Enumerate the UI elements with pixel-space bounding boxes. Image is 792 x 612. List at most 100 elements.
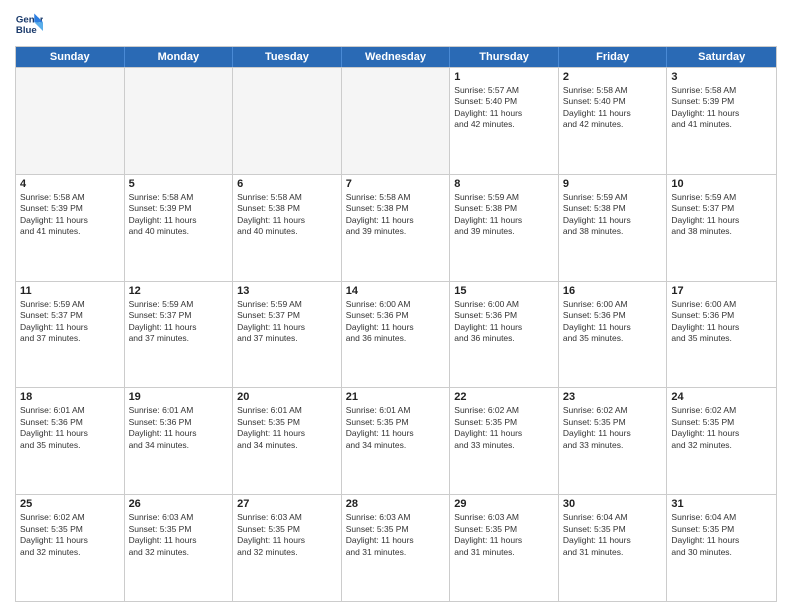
day-info: Sunrise: 5:58 AM Sunset: 5:38 PM Dayligh… xyxy=(346,192,446,238)
day-number: 4 xyxy=(20,178,120,190)
calendar-cell: 2 Sunrise: 5:58 AM Sunset: 5:40 PM Daylig… xyxy=(559,68,668,174)
day-number: 21 xyxy=(346,391,446,403)
day-info: Sunrise: 5:58 AM Sunset: 5:39 PM Dayligh… xyxy=(20,192,120,238)
calendar-cell: 3 Sunrise: 5:58 AM Sunset: 5:39 PM Daylig… xyxy=(667,68,776,174)
day-info: Sunrise: 6:01 AM Sunset: 5:36 PM Dayligh… xyxy=(20,405,120,451)
day-info: Sunrise: 5:59 AM Sunset: 5:37 PM Dayligh… xyxy=(20,299,120,345)
day-info: Sunrise: 5:59 AM Sunset: 5:37 PM Dayligh… xyxy=(129,299,229,345)
calendar-cell: 4 Sunrise: 5:58 AM Sunset: 5:39 PM Daylig… xyxy=(16,175,125,281)
calendar-body: 1 Sunrise: 5:57 AM Sunset: 5:40 PM Daylig… xyxy=(16,67,776,601)
weekday-header: Thursday xyxy=(450,47,559,67)
weekday-header: Sunday xyxy=(16,47,125,67)
day-number: 27 xyxy=(237,498,337,510)
calendar-cell xyxy=(125,68,234,174)
calendar-row: 1 Sunrise: 5:57 AM Sunset: 5:40 PM Daylig… xyxy=(16,67,776,174)
calendar-row: 4 Sunrise: 5:58 AM Sunset: 5:39 PM Daylig… xyxy=(16,174,776,281)
calendar-cell: 17 Sunrise: 6:00 AM Sunset: 5:36 PM Dayli… xyxy=(667,282,776,388)
calendar-cell: 14 Sunrise: 6:00 AM Sunset: 5:36 PM Dayli… xyxy=(342,282,451,388)
calendar-cell: 27 Sunrise: 6:03 AM Sunset: 5:35 PM Dayli… xyxy=(233,495,342,601)
day-number: 19 xyxy=(129,391,229,403)
weekday-header: Wednesday xyxy=(342,47,451,67)
day-number: 13 xyxy=(237,285,337,297)
calendar-cell: 25 Sunrise: 6:02 AM Sunset: 5:35 PM Dayli… xyxy=(16,495,125,601)
calendar-cell: 16 Sunrise: 6:00 AM Sunset: 5:36 PM Dayli… xyxy=(559,282,668,388)
calendar-cell: 12 Sunrise: 5:59 AM Sunset: 5:37 PM Dayli… xyxy=(125,282,234,388)
day-info: Sunrise: 5:58 AM Sunset: 5:38 PM Dayligh… xyxy=(237,192,337,238)
day-info: Sunrise: 5:57 AM Sunset: 5:40 PM Dayligh… xyxy=(454,85,554,131)
calendar-cell: 11 Sunrise: 5:59 AM Sunset: 5:37 PM Dayli… xyxy=(16,282,125,388)
calendar-header: SundayMondayTuesdayWednesdayThursdayFrid… xyxy=(16,47,776,67)
day-info: Sunrise: 6:00 AM Sunset: 5:36 PM Dayligh… xyxy=(346,299,446,345)
day-number: 16 xyxy=(563,285,663,297)
day-info: Sunrise: 6:03 AM Sunset: 5:35 PM Dayligh… xyxy=(129,512,229,558)
day-number: 17 xyxy=(671,285,772,297)
day-number: 18 xyxy=(20,391,120,403)
svg-text:Blue: Blue xyxy=(16,25,37,36)
weekday-header: Monday xyxy=(125,47,234,67)
calendar-cell: 24 Sunrise: 6:02 AM Sunset: 5:35 PM Dayli… xyxy=(667,388,776,494)
day-number: 1 xyxy=(454,71,554,83)
calendar-row: 11 Sunrise: 5:59 AM Sunset: 5:37 PM Dayli… xyxy=(16,281,776,388)
day-number: 12 xyxy=(129,285,229,297)
day-number: 24 xyxy=(671,391,772,403)
calendar-cell: 19 Sunrise: 6:01 AM Sunset: 5:36 PM Dayli… xyxy=(125,388,234,494)
calendar-cell: 20 Sunrise: 6:01 AM Sunset: 5:35 PM Dayli… xyxy=(233,388,342,494)
calendar-cell: 29 Sunrise: 6:03 AM Sunset: 5:35 PM Dayli… xyxy=(450,495,559,601)
day-info: Sunrise: 6:02 AM Sunset: 5:35 PM Dayligh… xyxy=(671,405,772,451)
calendar-row: 18 Sunrise: 6:01 AM Sunset: 5:36 PM Dayli… xyxy=(16,387,776,494)
calendar-cell: 7 Sunrise: 5:58 AM Sunset: 5:38 PM Daylig… xyxy=(342,175,451,281)
logo: General Blue xyxy=(15,10,49,38)
day-info: Sunrise: 6:03 AM Sunset: 5:35 PM Dayligh… xyxy=(454,512,554,558)
calendar-cell: 26 Sunrise: 6:03 AM Sunset: 5:35 PM Dayli… xyxy=(125,495,234,601)
day-number: 2 xyxy=(563,71,663,83)
day-number: 31 xyxy=(671,498,772,510)
day-info: Sunrise: 5:58 AM Sunset: 5:40 PM Dayligh… xyxy=(563,85,663,131)
day-info: Sunrise: 5:59 AM Sunset: 5:38 PM Dayligh… xyxy=(454,192,554,238)
calendar-cell: 15Sunrise: 6:00 AM Sunset: 5:36 PM Dayli… xyxy=(450,282,559,388)
day-info: Sunrise: 6:04 AM Sunset: 5:35 PM Dayligh… xyxy=(671,512,772,558)
day-info: Sunrise: 6:03 AM Sunset: 5:35 PM Dayligh… xyxy=(346,512,446,558)
calendar-cell: 1 Sunrise: 5:57 AM Sunset: 5:40 PM Daylig… xyxy=(450,68,559,174)
weekday-header: Friday xyxy=(559,47,668,67)
weekday-header: Tuesday xyxy=(233,47,342,67)
logo-icon: General Blue xyxy=(15,10,43,38)
day-info: Sunrise: 6:01 AM Sunset: 5:35 PM Dayligh… xyxy=(346,405,446,451)
calendar-cell xyxy=(342,68,451,174)
day-info: Sunrise: 5:58 AM Sunset: 5:39 PM Dayligh… xyxy=(129,192,229,238)
calendar-cell: 22Sunrise: 6:02 AM Sunset: 5:35 PM Dayli… xyxy=(450,388,559,494)
day-info: Sunrise: 6:00 AM Sunset: 5:36 PM Dayligh… xyxy=(671,299,772,345)
day-number: 8 xyxy=(454,178,554,190)
calendar-cell xyxy=(16,68,125,174)
day-info: Sunrise: 6:03 AM Sunset: 5:35 PM Dayligh… xyxy=(237,512,337,558)
day-number: 23 xyxy=(563,391,663,403)
day-number: 25 xyxy=(20,498,120,510)
calendar-cell: 5Sunrise: 5:58 AM Sunset: 5:39 PM Daylig… xyxy=(125,175,234,281)
day-info: Sunrise: 6:01 AM Sunset: 5:35 PM Dayligh… xyxy=(237,405,337,451)
day-number: 6 xyxy=(237,178,337,190)
calendar-row: 25 Sunrise: 6:02 AM Sunset: 5:35 PM Dayli… xyxy=(16,494,776,601)
day-info: Sunrise: 5:58 AM Sunset: 5:39 PM Dayligh… xyxy=(671,85,772,131)
day-number: 7 xyxy=(346,178,446,190)
day-number: 10 xyxy=(671,178,772,190)
day-number: 26 xyxy=(129,498,229,510)
day-info: Sunrise: 5:59 AM Sunset: 5:38 PM Dayligh… xyxy=(563,192,663,238)
day-number: 29 xyxy=(454,498,554,510)
page-header: General Blue xyxy=(15,10,777,38)
day-info: Sunrise: 6:02 AM Sunset: 5:35 PM Dayligh… xyxy=(20,512,120,558)
day-number: 11 xyxy=(20,285,120,297)
day-number: 28 xyxy=(346,498,446,510)
calendar-cell: 18 Sunrise: 6:01 AM Sunset: 5:36 PM Dayli… xyxy=(16,388,125,494)
day-number: 3 xyxy=(671,71,772,83)
day-info: Sunrise: 6:00 AM Sunset: 5:36 PM Dayligh… xyxy=(563,299,663,345)
day-info: Sunrise: 6:01 AM Sunset: 5:36 PM Dayligh… xyxy=(129,405,229,451)
day-info: Sunrise: 6:00 AM Sunset: 5:36 PM Dayligh… xyxy=(454,299,554,345)
calendar-cell: 28 Sunrise: 6:03 AM Sunset: 5:35 PM Dayli… xyxy=(342,495,451,601)
calendar-cell: 8 Sunrise: 5:59 AM Sunset: 5:38 PM Daylig… xyxy=(450,175,559,281)
day-number: 9 xyxy=(563,178,663,190)
calendar-cell: 10Sunrise: 5:59 AM Sunset: 5:37 PM Dayli… xyxy=(667,175,776,281)
day-info: Sunrise: 5:59 AM Sunset: 5:37 PM Dayligh… xyxy=(237,299,337,345)
day-number: 20 xyxy=(237,391,337,403)
day-number: 14 xyxy=(346,285,446,297)
calendar-cell: 13 Sunrise: 5:59 AM Sunset: 5:37 PM Dayli… xyxy=(233,282,342,388)
calendar-cell: 6 Sunrise: 5:58 AM Sunset: 5:38 PM Daylig… xyxy=(233,175,342,281)
